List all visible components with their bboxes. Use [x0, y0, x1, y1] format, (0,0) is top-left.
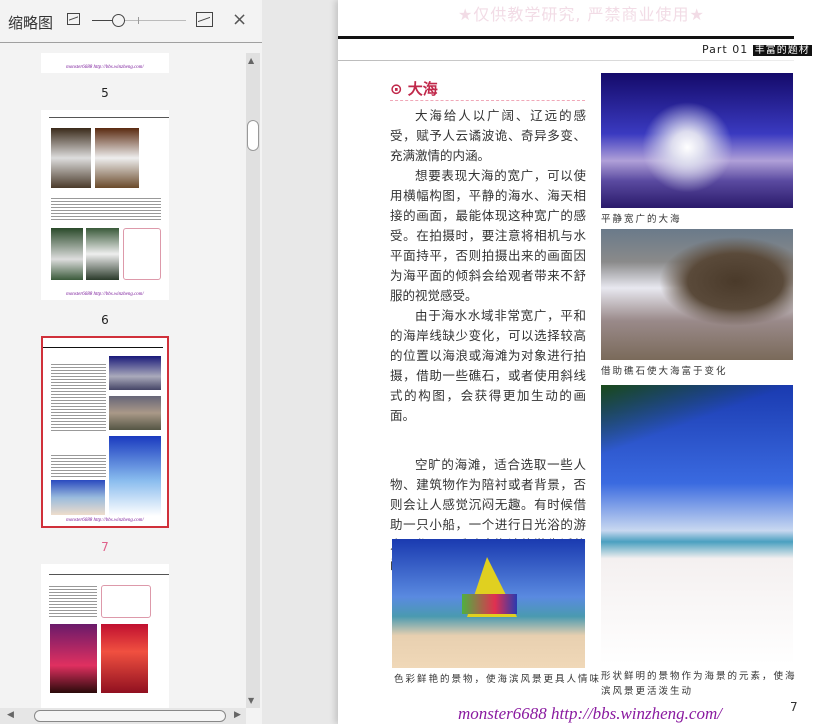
caption: 平静宽广的大海	[601, 214, 682, 225]
slider-knob[interactable]	[112, 14, 125, 27]
scroll-up-icon[interactable]: ▲	[248, 56, 254, 65]
sidebar-title: 缩略图	[8, 14, 54, 32]
photo-calm-sea	[601, 73, 793, 208]
paragraph: 由于海水水域非常宽广，平和的海岸线缺少变化，可以选择较高的位置以海浪或海滩为对象…	[390, 308, 586, 423]
photo-sea-rocks	[601, 229, 793, 360]
scrollbar-thumb[interactable]	[247, 120, 259, 151]
sail-band	[462, 594, 517, 614]
title-underline	[390, 100, 585, 101]
top-watermark: ★仅供教学研究, 严禁商业使用★	[458, 5, 705, 24]
close-icon[interactable]: ×	[232, 9, 247, 30]
sidebar-header: 缩略图 ×	[0, 0, 262, 43]
page-number-label: 5	[101, 86, 109, 100]
part-label: Part 01	[702, 43, 749, 56]
header-rule	[338, 36, 794, 39]
large-thumbnail-icon[interactable]	[196, 12, 213, 28]
scroll-right-icon[interactable]: ▶	[234, 710, 241, 720]
scroll-left-icon[interactable]: ◀	[7, 710, 14, 720]
thumbnail-page-6[interactable]: monster6688 http://bbs.winzheng.com/	[41, 110, 169, 300]
scrollbar-thumb[interactable]	[34, 710, 226, 722]
paragraph: 想要表现大海的宽广，可以使用横幅构图，平静的海水、海天相接的画面，最能体现这种宽…	[390, 168, 586, 303]
caption: 借助礁石使大海富于变化	[601, 366, 728, 377]
page-number-label: 6	[101, 313, 109, 327]
small-thumbnail-icon[interactable]	[67, 13, 80, 25]
thumbnail-page-7-selected[interactable]: monster6688 http://bbs.winzheng.com/	[41, 336, 169, 528]
thumbnail-page-5[interactable]: monster6688 http://bbs.winzheng.com/	[41, 53, 169, 73]
horizontal-scrollbar[interactable]: ◀ ▶	[0, 708, 246, 724]
page-number: 7	[790, 700, 798, 714]
page-number-label-selected: 7	[101, 540, 109, 554]
bottom-watermark: monster6688 http://bbs.winzheng.com/	[458, 704, 722, 723]
photo-beach-huts	[601, 385, 793, 665]
paragraph: 大海给人以广阔、辽远的感受，赋予人云谲波诡、奇异多变、充满激情的内涵。	[390, 108, 586, 163]
vertical-scrollbar[interactable]: ▲ ▼	[246, 53, 260, 708]
caption: 色彩鲜艳的景物，使海滨风景更具人情味	[394, 674, 602, 685]
thumbnail-size-slider[interactable]	[92, 14, 186, 27]
part-tag: 丰富的题材	[752, 45, 812, 56]
caption: 形状鲜明的景物作为海景的元素，使海滨风景更活泼生动	[601, 671, 797, 697]
header-subrule	[338, 60, 794, 61]
scroll-down-icon[interactable]: ▼	[248, 696, 254, 705]
thumbnail-page-8[interactable]	[41, 564, 169, 708]
thumbnail-sidebar: 缩略图 × monster6688 http://bbs.winzheng.co…	[0, 0, 262, 724]
section-title: ⊙ 大海	[390, 80, 438, 98]
body-text: 大海给人以广阔、辽远的感受，赋予人云谲波诡、奇异多变、充满激情的内涵。 想要表现…	[390, 106, 586, 426]
part-header: Part 01 丰富的题材	[702, 41, 812, 56]
document-page: ★仅供教学研究, 严禁商业使用★ Part 01 丰富的题材 ⊙ 大海 大海给人…	[338, 0, 820, 724]
photo-sailboat-beach	[392, 539, 585, 668]
